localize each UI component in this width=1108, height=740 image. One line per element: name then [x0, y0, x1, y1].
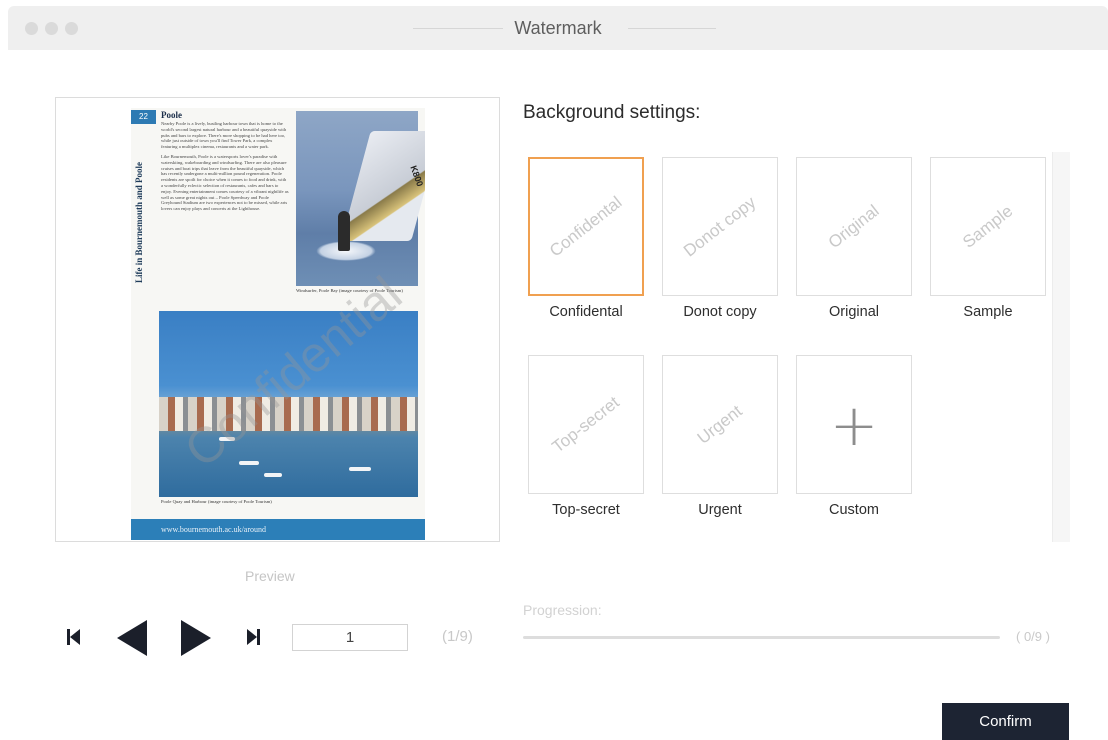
- sail-shape: [341, 131, 425, 241]
- next-page-button[interactable]: [180, 619, 212, 662]
- tile-donot-copy[interactable]: Donot copy: [662, 157, 778, 296]
- surfer-figure: [338, 211, 350, 251]
- skip-last-icon: [247, 629, 260, 645]
- document-paragraph: Like Bournemouth, Poole is a watersports…: [161, 153, 289, 212]
- last-page-button[interactable]: [245, 628, 261, 651]
- tile-original[interactable]: Original: [796, 157, 912, 296]
- progression-label: Progression:: [523, 602, 602, 618]
- window-title: Watermark: [514, 18, 602, 38]
- progression-bar: [523, 636, 1000, 639]
- title-bar: Watermark: [8, 6, 1108, 50]
- boat: [264, 473, 282, 477]
- boat: [349, 467, 371, 471]
- skip-first-icon: [67, 629, 80, 645]
- tile-label-sample: Sample: [963, 304, 1013, 320]
- tile-watermark-preview: Confidental: [545, 192, 626, 261]
- document-body: Nearby Poole is a lively, bustling harbo…: [161, 121, 289, 212]
- page-count: (1/9): [442, 628, 473, 645]
- title-divider-right: [628, 28, 716, 29]
- document-side-title: Life in Bournemouth and Poole: [134, 161, 144, 283]
- windsurfer-photo: K800: [296, 111, 425, 286]
- tiles-scrollbar[interactable]: [1052, 152, 1070, 542]
- tile-custom[interactable]: +: [796, 355, 912, 494]
- document-paragraph: Nearby Poole is a lively, bustling harbo…: [161, 121, 287, 150]
- tile-sample[interactable]: Sample: [930, 157, 1046, 296]
- boat: [239, 461, 259, 465]
- tile-watermark-preview: Donot copy: [679, 192, 760, 261]
- first-page-button[interactable]: [66, 628, 82, 651]
- tile-urgent[interactable]: Urgent: [662, 355, 778, 494]
- tile-label-custom: Custom: [829, 502, 879, 518]
- plus-icon: +: [829, 390, 879, 459]
- tile-watermark-preview: Sample: [959, 200, 1017, 252]
- settings-title: Background settings:: [523, 102, 701, 123]
- triangle-right-icon: [181, 620, 211, 656]
- tile-watermark-preview: Top-secret: [548, 392, 623, 457]
- confirm-button[interactable]: Confirm: [942, 703, 1069, 740]
- tile-label-confidental: Confidental: [549, 304, 623, 320]
- progression-count: ( 0/9 ): [1016, 629, 1050, 644]
- page-number-input[interactable]: [292, 624, 408, 651]
- tile-label-donot-copy: Donot copy: [683, 304, 757, 320]
- tile-label-urgent: Urgent: [698, 502, 742, 518]
- preview-panel: 22 Life in Bournemouth and Poole Poole N…: [55, 97, 500, 542]
- tile-confidental[interactable]: Confidental: [528, 157, 644, 296]
- previous-page-button[interactable]: [116, 619, 148, 662]
- tile-top-secret[interactable]: Top-secret: [528, 355, 644, 494]
- tile-watermark-preview: Original: [824, 200, 883, 252]
- tile-watermark-preview: Urgent: [693, 400, 746, 448]
- photo-caption-bottom: Poole Quay and Harbour (image courtesy o…: [161, 499, 272, 504]
- document-heading: Poole: [161, 110, 182, 120]
- tile-label-original: Original: [829, 304, 879, 320]
- page-number-badge: 22: [131, 110, 156, 124]
- document-footer-link: www.bournemouth.ac.uk/around: [131, 519, 425, 540]
- triangle-left-icon: [117, 620, 147, 656]
- tile-label-top-secret: Top-secret: [552, 502, 620, 518]
- preview-label: Preview: [245, 568, 295, 584]
